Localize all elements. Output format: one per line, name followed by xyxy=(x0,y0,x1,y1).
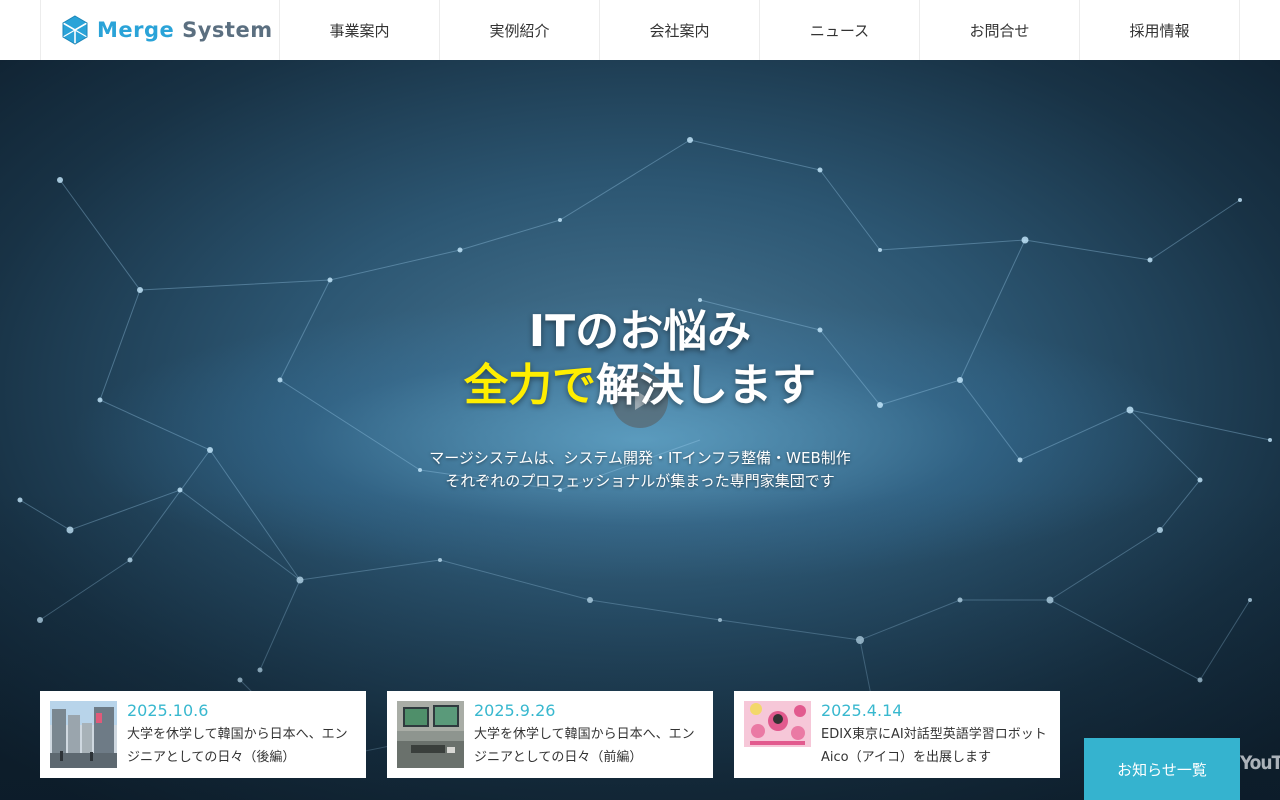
news-title: EDIX東京にAI対話型英語学習ロボットAico（アイコ）を出展します xyxy=(821,727,1047,765)
news-card[interactable]: 2025.10.6 大学を休学して韓国から日本へ、エンジニアとしての日々（後編） xyxy=(40,691,366,778)
nav-item-business[interactable]: 事業案内 xyxy=(280,0,440,60)
headline-rest: 解決します xyxy=(596,360,816,411)
news-card[interactable]: 2025.4.14 EDIX東京にAI対話型英語学習ロボットAico（アイコ）を… xyxy=(734,691,1060,778)
headline-line2: 全力で解決します xyxy=(0,359,1280,413)
hero-headline: ITのお悩み 全力で解決します xyxy=(0,305,1280,413)
logo-wordmark: Merge System xyxy=(97,18,273,42)
youtube-watermark[interactable]: YouTub xyxy=(1240,752,1280,774)
city-street-photo-icon xyxy=(50,701,117,768)
nav-item-company[interactable]: 会社案内 xyxy=(600,0,760,60)
nav-item-news[interactable]: ニュース xyxy=(760,0,920,60)
header-inner: Merge System 事業案内 実例紹介 会社案内 ニュース お問合せ 採用… xyxy=(40,0,1240,60)
news-title: 大学を休学して韓国から日本へ、エンジニアとしての日々（前編） xyxy=(474,727,695,765)
hero-subtext-line1: マージシステムは、システム開発・ITインフラ整備・WEB制作 xyxy=(429,449,851,467)
news-date: 2025.9.26 xyxy=(474,701,556,720)
news-thumbnail xyxy=(744,701,811,768)
main-nav: 事業案内 実例紹介 会社案内 ニュース お問合せ 採用情報 xyxy=(280,0,1240,60)
merge-system-logo-icon xyxy=(62,15,88,45)
logo-word-merge: Merge xyxy=(97,18,175,42)
news-thumbnail xyxy=(50,701,117,768)
news-date: 2025.4.14 xyxy=(821,701,903,720)
news-card[interactable]: 2025.9.26 大学を休学して韓国から日本へ、エンジニアとしての日々（前編） xyxy=(387,691,713,778)
hero-subtext-line2: それぞれのプロフェッショナルが集まった専門家集団です xyxy=(445,472,835,490)
headline-highlight: 全力で xyxy=(464,360,596,411)
nav-item-cases[interactable]: 実例紹介 xyxy=(440,0,600,60)
headline-line1: ITのお悩み xyxy=(528,306,752,357)
hero-video: ITのお悩み 全力で解決します マージシステムは、システム開発・ITインフラ整備… xyxy=(0,60,1280,800)
nav-item-contact[interactable]: お問合せ xyxy=(920,0,1080,60)
news-title: 大学を休学して韓国から日本へ、エンジニアとしての日々（後編） xyxy=(127,727,348,765)
event-flyer-pink-icon xyxy=(744,701,811,768)
nav-item-recruit[interactable]: 採用情報 xyxy=(1080,0,1240,60)
site-logo[interactable]: Merge System xyxy=(41,0,280,60)
site-header: Merge System 事業案内 実例紹介 会社案内 ニュース お問合せ 採用… xyxy=(0,0,1280,60)
news-date: 2025.10.6 xyxy=(127,701,209,720)
hero-subtext: マージシステムは、システム開発・ITインフラ整備・WEB制作 それぞれのプロフェ… xyxy=(0,447,1280,493)
office-desk-photo-icon xyxy=(397,701,464,768)
news-thumbnail xyxy=(397,701,464,768)
news-list-button[interactable]: お知らせ一覧 xyxy=(1084,738,1240,800)
logo-word-system: System xyxy=(182,18,273,42)
